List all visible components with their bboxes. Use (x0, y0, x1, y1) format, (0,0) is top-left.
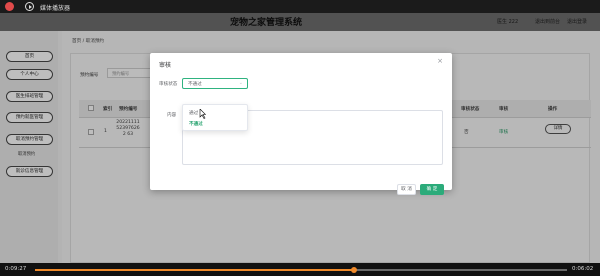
player-title: 媒体播放器 (40, 5, 71, 12)
content-label: 内容 (167, 113, 177, 118)
cancel-button[interactable]: 取 消 (397, 184, 416, 195)
seek-knob[interactable] (351, 267, 358, 273)
status-dropdown: 通过 不通过 (182, 104, 248, 131)
option-pass[interactable]: 通过 (189, 110, 198, 116)
review-dialog: 审核 × 审核状态 不通过 ⌄ 内容 通过 不通过 取 消 确 定 (150, 53, 452, 195)
option-reject[interactable]: 不通过 (189, 121, 203, 127)
player-titlebar: 媒体播放器 (0, 0, 600, 13)
current-time: 0:09:27 (5, 266, 27, 272)
total-time: 0:06:02 (572, 266, 594, 272)
app-logo-icon (5, 2, 14, 11)
close-icon[interactable]: × (437, 58, 443, 65)
seek-bar[interactable] (35, 267, 567, 273)
status-label: 审核状态 (159, 82, 178, 87)
mouse-cursor-icon (199, 109, 206, 119)
player-controls: 0:09:27 0:06:02 (0, 263, 600, 276)
play-icon (25, 2, 34, 11)
dialog-title: 审核 (159, 62, 172, 69)
video-area[interactable]: 宠物之家管理系统 医生 222 退出到前台 退出登录 首页 个人中心 医生排班管… (0, 13, 600, 263)
status-select-value: 不通过 (188, 82, 202, 87)
seek-bar-fill (35, 269, 355, 271)
ok-button[interactable]: 确 定 (420, 184, 444, 195)
status-select[interactable]: 不通过 ⌄ (182, 78, 248, 89)
chevron-down-icon: ⌄ (238, 80, 243, 86)
